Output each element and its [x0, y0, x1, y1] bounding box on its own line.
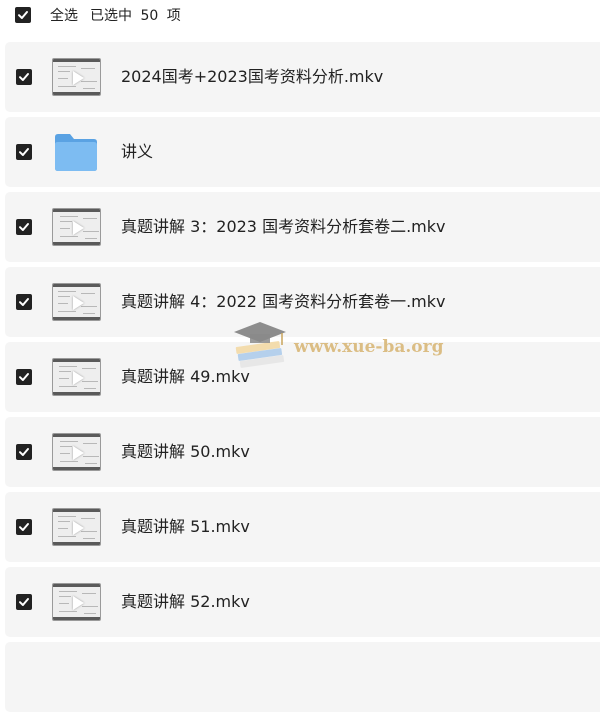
checkmark-icon — [19, 598, 29, 606]
file-checkbox[interactable] — [16, 144, 32, 160]
checkmark-icon — [18, 11, 28, 19]
file-row[interactable]: 讲义 — [5, 117, 600, 187]
video-thumbnail — [52, 433, 101, 471]
file-checkbox[interactable] — [16, 294, 32, 310]
file-checkbox[interactable] — [16, 444, 32, 460]
file-row[interactable]: 真题讲解 50.mkv — [5, 417, 600, 487]
play-icon — [73, 71, 84, 85]
file-checkbox[interactable] — [16, 519, 32, 535]
play-icon — [73, 296, 84, 310]
checkmark-icon — [19, 523, 29, 531]
file-row[interactable]: 真题讲解 51.mkv — [5, 492, 600, 562]
select-all-label[interactable]: 全选 — [50, 7, 78, 25]
file-row[interactable]: 真题讲解 52.mkv — [5, 567, 600, 637]
checkmark-icon — [19, 448, 29, 456]
play-icon — [73, 446, 84, 460]
file-name[interactable]: 真题讲解 4：2022 国考资料分析套卷一.mkv — [121, 291, 445, 313]
folder-icon — [53, 131, 99, 173]
file-name[interactable]: 真题讲解 51.mkv — [121, 516, 250, 538]
select-all-bar: 全选 已选中 50 项 — [0, 0, 600, 32]
file-name[interactable]: 真题讲解 49.mkv — [121, 366, 250, 388]
checkmark-icon — [19, 223, 29, 231]
play-icon — [73, 221, 84, 235]
checkmark-icon — [19, 298, 29, 306]
file-row[interactable]: 真题讲解 4：2022 国考资料分析套卷一.mkv — [5, 267, 600, 337]
video-thumbnail — [52, 508, 101, 546]
file-checkbox[interactable] — [16, 594, 32, 610]
video-thumbnail — [52, 283, 101, 321]
checkmark-icon — [19, 73, 29, 81]
video-thumbnail — [52, 583, 101, 621]
video-thumbnail — [52, 358, 101, 396]
selected-count: 已选中 50 项 — [90, 8, 181, 24]
video-thumbnail — [52, 58, 101, 96]
play-icon — [73, 596, 84, 610]
file-checkbox[interactable] — [16, 219, 32, 235]
checkmark-icon — [19, 148, 29, 156]
file-name[interactable]: 真题讲解 3：2023 国考资料分析套卷二.mkv — [121, 216, 445, 238]
play-icon — [73, 521, 84, 535]
file-name[interactable]: 真题讲解 52.mkv — [121, 591, 250, 613]
file-name[interactable]: 讲义 — [121, 141, 153, 163]
select-all-checkbox[interactable] — [15, 7, 31, 23]
play-icon — [73, 371, 84, 385]
file-row[interactable]: 真题讲解 3：2023 国考资料分析套卷二.mkv — [5, 192, 600, 262]
file-checkbox[interactable] — [16, 69, 32, 85]
file-row[interactable]: 真题讲解 49.mkv — [5, 342, 600, 412]
file-checkbox[interactable] — [16, 369, 32, 385]
file-name[interactable]: 真题讲解 50.mkv — [121, 441, 250, 463]
file-row[interactable] — [5, 642, 600, 712]
video-thumbnail — [52, 208, 101, 246]
checkmark-icon — [19, 373, 29, 381]
file-name[interactable]: 2024国考+2023国考资料分析.mkv — [121, 66, 383, 88]
file-row[interactable]: 2024国考+2023国考资料分析.mkv — [5, 42, 600, 112]
